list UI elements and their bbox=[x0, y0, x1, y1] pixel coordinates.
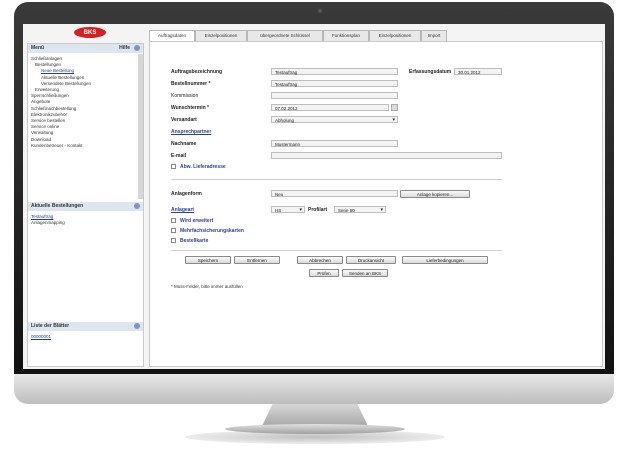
mehrfach-checkbox[interactable] bbox=[171, 228, 176, 233]
anlage-kopieren-button[interactable]: Anlage kopieren... bbox=[400, 190, 470, 198]
sheets-header: Liste der Blätter bbox=[28, 322, 143, 331]
speichern-button[interactable]: Speichern bbox=[185, 256, 231, 264]
pruefen-button[interactable]: Prüfen bbox=[309, 269, 339, 277]
auftrag-field[interactable]: Testauftrag bbox=[271, 68, 398, 75]
help-link[interactable]: Hilfe bbox=[116, 44, 130, 53]
camera-dot bbox=[318, 9, 322, 13]
screen: BKS Menü Hilfe Schließanlagen Bestellung… bbox=[23, 24, 605, 369]
anlageart-link[interactable]: Anlageart bbox=[171, 207, 194, 213]
bestellkarte-label: Bestellkarte bbox=[180, 238, 209, 244]
bestellnummer-label: Bestellnummer * bbox=[171, 81, 211, 87]
entfernen-button[interactable]: Entfernen bbox=[234, 256, 280, 264]
order-form: Auftragsbezeichnung Testauftrag Erfassun… bbox=[149, 41, 603, 367]
info-icon[interactable] bbox=[134, 323, 140, 329]
anlageart-select[interactable]: HS bbox=[271, 206, 305, 214]
senden-button[interactable]: Senden an BKS bbox=[342, 269, 388, 277]
divider bbox=[171, 179, 502, 180]
bestellnummer-field[interactable]: Testauftrag bbox=[271, 80, 398, 87]
required-note: * Muss-Felder, bitte immer ausfüllen bbox=[171, 284, 243, 289]
menu-header: Menü Hilfe bbox=[28, 44, 143, 53]
wird-erweitert-checkbox[interactable] bbox=[171, 218, 176, 223]
versandart-select[interactable]: Abholung bbox=[271, 116, 398, 124]
erfassung-label: Erfassungsdatum bbox=[409, 69, 452, 75]
recent-list: Testauftrag Anlagenmapping bbox=[31, 214, 65, 226]
sheets-title: Liste der Blätter bbox=[31, 323, 70, 329]
email-label: E-mail bbox=[171, 153, 187, 159]
profilart-select[interactable]: Serie 50 bbox=[334, 206, 386, 214]
monitor-stand-base bbox=[225, 424, 405, 434]
monitor-chin bbox=[14, 374, 614, 404]
wunschtermin-label: Wunschtermin * bbox=[171, 105, 209, 111]
bks-logo: BKS bbox=[74, 27, 106, 38]
tree-scrollbar[interactable] bbox=[138, 54, 143, 199]
kommission-label: Kommission bbox=[171, 93, 199, 99]
profilart-label: Profilart bbox=[308, 207, 328, 213]
recent-title: Aktuelle Bestellungen bbox=[31, 203, 84, 209]
calendar-icon[interactable] bbox=[391, 104, 398, 111]
versandart-label: Versandart bbox=[171, 117, 197, 123]
abbrechen-button[interactable]: Abbrechen bbox=[297, 256, 343, 264]
anlagenform-label: Anlagenform bbox=[171, 191, 202, 197]
abw-lieferadresse-label: Abw. Lieferadresse bbox=[180, 164, 226, 170]
erfassung-field: 30.01.2012 bbox=[454, 68, 502, 75]
divider bbox=[171, 250, 502, 251]
tree-item[interactable]: Kundenbetreuer - Kontakt bbox=[31, 143, 139, 149]
sheet-item[interactable]: 00000001 bbox=[31, 334, 51, 340]
ansprechpartner-link[interactable]: Ansprechpartner bbox=[171, 129, 211, 135]
recent-header: Aktuelle Bestellungen bbox=[28, 202, 143, 211]
nav-tree: Schließanlagen Bestellungen Neue Bestell… bbox=[31, 56, 139, 149]
auftrag-label: Auftragsbezeichnung bbox=[171, 69, 223, 75]
sidebar: Menü Hilfe Schließanlagen Bestellungen N… bbox=[27, 43, 144, 367]
bestellkarte-checkbox[interactable] bbox=[171, 238, 176, 243]
anlagenform-field[interactable]: Neu bbox=[271, 190, 398, 197]
monitor-stand-neck bbox=[262, 404, 368, 426]
kommission-field[interactable] bbox=[271, 92, 398, 99]
info-icon[interactable] bbox=[134, 45, 140, 51]
nachname-field[interactable]: Mustermann bbox=[271, 140, 398, 147]
info-icon[interactable] bbox=[134, 203, 140, 209]
sheets-list: 00000001 bbox=[31, 334, 51, 340]
wunschtermin-field[interactable]: 07.02.2012 bbox=[271, 104, 389, 111]
mehrfach-label: Mehrfachsicherungskarten bbox=[180, 228, 244, 234]
lieferbedingungen-button[interactable]: Lieferbedingungen bbox=[402, 256, 488, 264]
email-field[interactable] bbox=[271, 152, 502, 159]
abw-lieferadresse-checkbox[interactable] bbox=[171, 164, 176, 169]
wird-erweitert-label: Wird erweitert bbox=[180, 218, 214, 224]
recent-item[interactable]: Anlagenmapping bbox=[31, 220, 65, 226]
menu-title: Menü bbox=[31, 45, 45, 51]
nachname-label: Nachname bbox=[171, 141, 197, 147]
druckansicht-button[interactable]: Druckansicht bbox=[346, 256, 396, 264]
